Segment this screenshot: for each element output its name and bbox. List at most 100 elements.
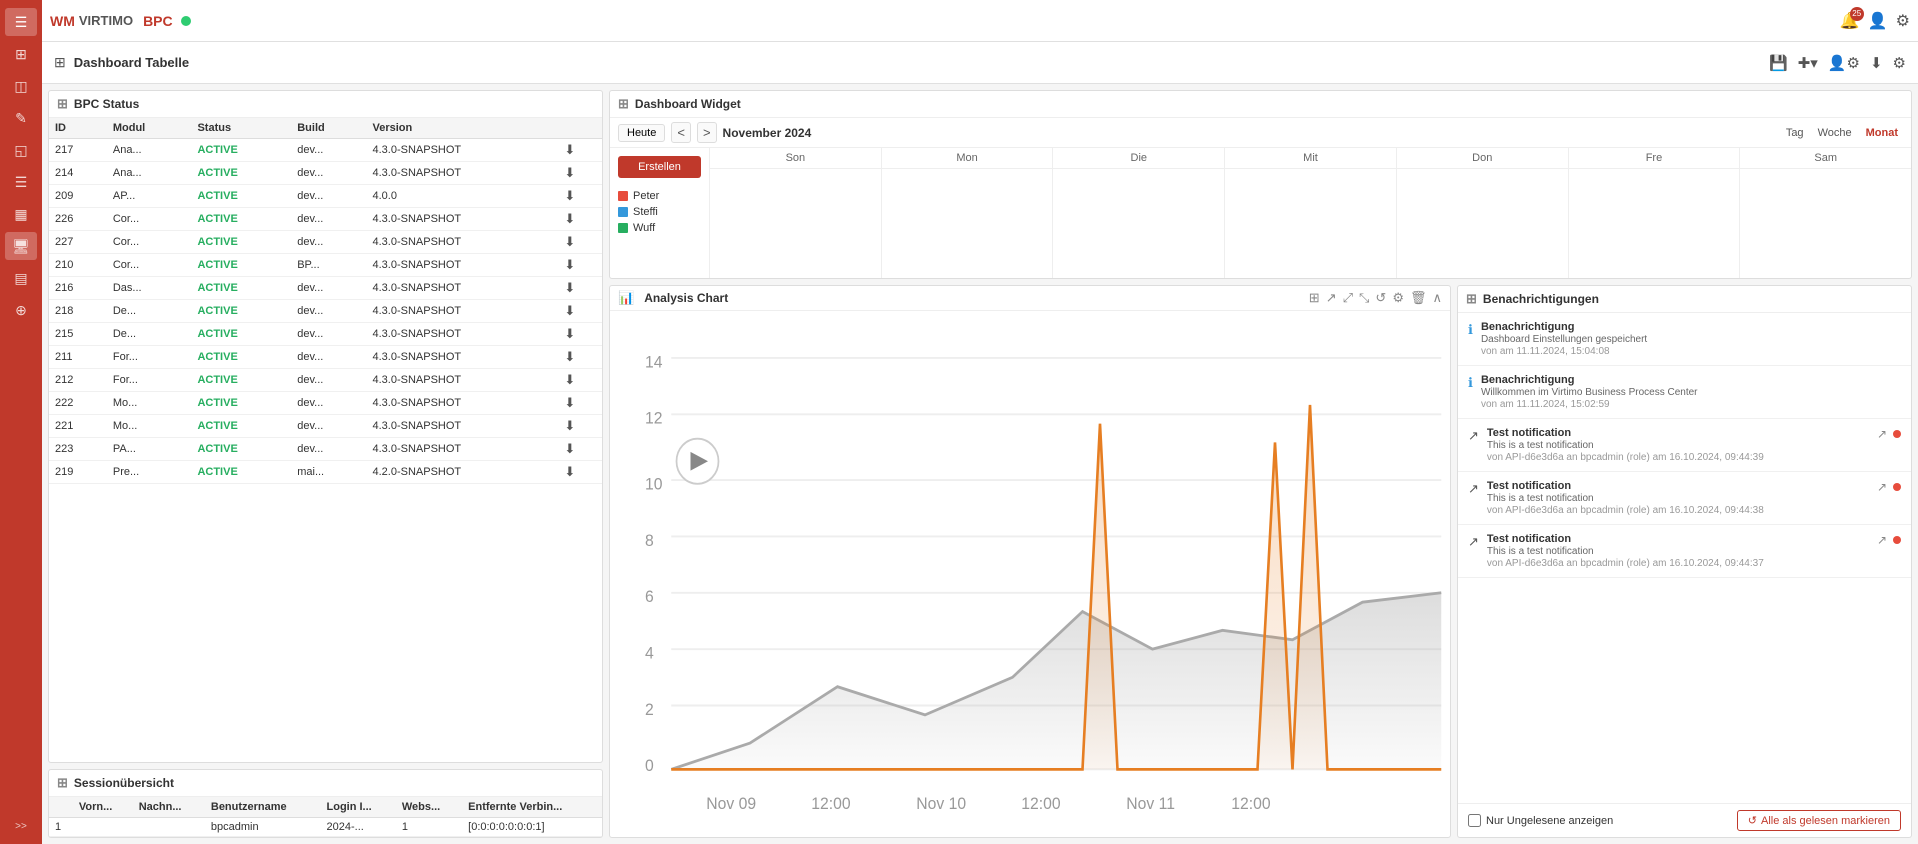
download-icon[interactable]: ⬇ <box>564 165 575 180</box>
legend-dot-steffi <box>618 207 628 217</box>
sidebar-icon-grid[interactable]: ▦ <box>5 200 37 228</box>
dw-tab-tag[interactable]: Tag <box>1781 125 1809 141</box>
page-title: Dashboard Tabelle <box>74 55 189 70</box>
topbar: WM VIRTIMO BPC 🔔 25 👤 ⚙ <box>42 0 1918 42</box>
download-icon[interactable]: ⬇ <box>564 280 575 295</box>
cell-dl[interactable]: ⬇ <box>558 277 602 300</box>
session-header: ⊞ Sessionübersicht <box>49 770 602 797</box>
mark-read-label: Alle als gelesen markieren <box>1761 815 1890 827</box>
download-icon[interactable]: ⬇ <box>564 211 575 226</box>
session-icon: ⊞ <box>57 775 68 791</box>
download-icon[interactable]: ⬇ <box>564 464 575 479</box>
mark-all-read-button[interactable]: ↺ Alle als gelesen markieren <box>1737 810 1901 831</box>
ac-icon-external[interactable]: ↗ <box>1326 290 1337 306</box>
notification-bell[interactable]: 🔔 25 <box>1840 11 1860 31</box>
notif-type-icon: ↗ <box>1468 428 1479 444</box>
cell-version: 4.3.0-SNAPSHOT <box>367 392 559 415</box>
bpc-status-table-wrap[interactable]: ID Modul Status Build Version 217 Ana...… <box>49 118 602 484</box>
dw-day-sam: Sam <box>1740 148 1911 169</box>
table-row: 218 De... ACTIVE dev... 4.3.0-SNAPSHOT ⬇ <box>49 300 602 323</box>
cell-id: 216 <box>49 277 107 300</box>
cell-dl[interactable]: ⬇ <box>558 392 602 415</box>
user-icon[interactable]: 👤 <box>1868 11 1888 31</box>
notif-open-icon[interactable]: ↗ <box>1877 427 1887 441</box>
cell-dl[interactable]: ⬇ <box>558 231 602 254</box>
dw-view-tabs: Tag Woche Monat <box>1781 125 1903 141</box>
download-icon[interactable]: ⬇ <box>564 441 575 456</box>
cell-dl[interactable]: ⬇ <box>558 438 602 461</box>
content-area: ⊞ BPC Status ID Modul Status Build Versi… <box>42 84 1918 844</box>
table-row: 217 Ana... ACTIVE dev... 4.3.0-SNAPSHOT … <box>49 139 602 162</box>
notif-filter-checkbox[interactable]: Nur Ungelesene anzeigen <box>1468 814 1613 827</box>
cell-dl[interactable]: ⬇ <box>558 323 602 346</box>
app-logo: WM VIRTIMO BPC <box>50 13 191 29</box>
cell-webs: 1 <box>396 818 462 837</box>
ac-icon-expand[interactable]: ⤢ <box>1343 290 1353 306</box>
download-icon[interactable]: ⬇ <box>564 395 575 410</box>
dw-tab-monat[interactable]: Monat <box>1861 125 1903 141</box>
download-icon[interactable]: ⬇ <box>564 349 575 364</box>
gear-icon[interactable]: ⚙ <box>1893 54 1906 72</box>
cell-id: 211 <box>49 346 107 369</box>
legend-dot-peter <box>618 191 628 201</box>
cell-version: 4.3.0-SNAPSHOT <box>367 139 559 162</box>
sidebar-expand-button[interactable]: >> <box>5 816 37 836</box>
cell-dl[interactable]: ⬇ <box>558 461 602 484</box>
cell-dl[interactable]: ⬇ <box>558 139 602 162</box>
cell-dl[interactable]: ⬇ <box>558 369 602 392</box>
notif-filter-input[interactable] <box>1468 814 1481 827</box>
ac-icon-settings[interactable]: ⚙ <box>1392 290 1404 306</box>
sidebar-icon-table[interactable]: ▤ <box>5 264 37 292</box>
cell-dl[interactable]: ⬇ <box>558 162 602 185</box>
notif-open-icon[interactable]: ↗ <box>1877 480 1887 494</box>
sidebar-icon-layout[interactable]: ◫ <box>5 72 37 100</box>
sidebar-icon-dashboard[interactable]: ⊞ <box>5 40 37 68</box>
cell-dl[interactable]: ⬇ <box>558 208 602 231</box>
cell-build: dev... <box>291 277 366 300</box>
legend-wuff: Wuff <box>618 222 701 234</box>
cell-dl[interactable]: ⬇ <box>558 185 602 208</box>
download-icon[interactable]: ⬇ <box>564 188 575 203</box>
sidebar-icon-plus[interactable]: ⊕ <box>5 296 37 324</box>
notif-open-icon[interactable]: ↗ <box>1877 533 1887 547</box>
cell-dl[interactable]: ⬇ <box>558 415 602 438</box>
dw-tab-woche[interactable]: Woche <box>1813 125 1857 141</box>
sidebar-icon-menu[interactable]: ☰ <box>5 8 37 36</box>
download-icon[interactable]: ⬇ <box>564 234 575 249</box>
download-icon[interactable]: ⬇ <box>564 418 575 433</box>
cell-id: 218 <box>49 300 107 323</box>
save-icon[interactable]: 💾 <box>1769 54 1788 72</box>
cell-dl[interactable]: ⬇ <box>558 346 602 369</box>
add-icon[interactable]: ✚▾ <box>1798 54 1818 72</box>
notif-type-icon: ↗ <box>1468 534 1479 550</box>
download-icon[interactable]: ⬇ <box>564 257 575 272</box>
dw-today-button[interactable]: Heute <box>618 124 665 142</box>
ac-icon-fullscreen[interactable]: ⤡ <box>1359 290 1369 306</box>
download-icon[interactable]: ⬇ <box>1870 54 1883 72</box>
download-icon[interactable]: ⬇ <box>564 326 575 341</box>
dw-create-button[interactable]: Erstellen <box>618 156 701 178</box>
user-settings-icon[interactable]: 👤⚙ <box>1828 54 1860 72</box>
sidebar-icon-list[interactable]: ☰ <box>5 168 37 196</box>
download-icon[interactable]: ⬇ <box>564 303 575 318</box>
ac-icon-collapse[interactable]: ∧ <box>1432 290 1442 306</box>
dw-prev-button[interactable]: < <box>671 122 691 143</box>
download-icon[interactable]: ⬇ <box>564 372 575 387</box>
ac-icon-refresh[interactable]: ↺ <box>1375 290 1386 306</box>
dw-next-button[interactable]: > <box>697 122 717 143</box>
ac-icon-delete[interactable]: 🗑 <box>1410 290 1427 306</box>
download-icon[interactable]: ⬇ <box>564 142 575 157</box>
cell-dl[interactable]: ⬇ <box>558 254 602 277</box>
sidebar-icon-box[interactable]: ◱ <box>5 136 37 164</box>
session-table-wrap[interactable]: Vorn... Nachn... Benutzername Login I...… <box>49 797 602 837</box>
ac-icon-grid[interactable]: ⊞ <box>1309 290 1320 306</box>
dw-col-don: Don <box>1397 148 1569 278</box>
notification-count: 25 <box>1850 7 1864 21</box>
sidebar-icon-monitor[interactable]: 🖥 <box>5 232 37 260</box>
cell-dl[interactable]: ⬇ <box>558 300 602 323</box>
settings-icon[interactable]: ⚙ <box>1896 11 1910 31</box>
sidebar-icon-edit[interactable]: ✎ <box>5 104 37 132</box>
table-row: 211 For... ACTIVE dev... 4.3.0-SNAPSHOT … <box>49 346 602 369</box>
notif-title: Test notification <box>1487 427 1869 439</box>
col-version: Version <box>367 118 559 139</box>
